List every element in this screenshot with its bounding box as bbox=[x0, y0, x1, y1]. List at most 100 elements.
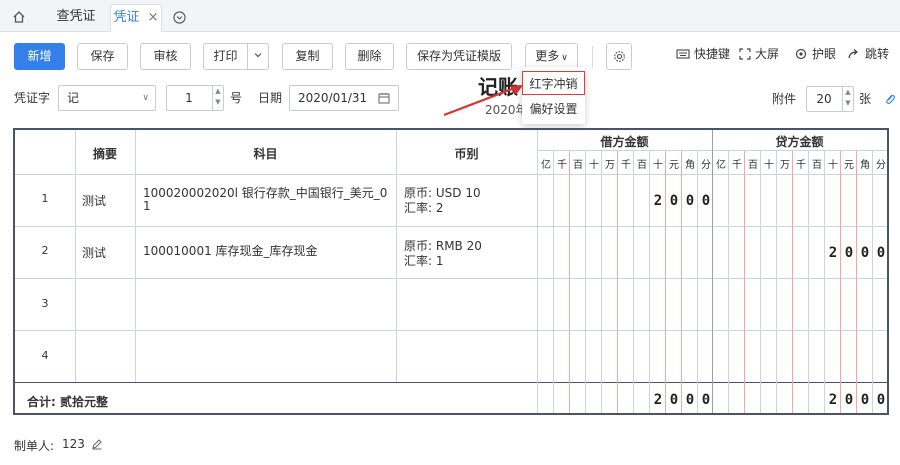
row-number: 3 bbox=[41, 297, 49, 310]
credit-amount-digit[interactable]: 0 bbox=[859, 245, 871, 261]
chevron-down-icon bbox=[254, 53, 262, 58]
print-button[interactable]: 打印 bbox=[203, 43, 248, 70]
amount-unit-label: 分 bbox=[701, 160, 711, 171]
jump-button[interactable]: 跳转 bbox=[848, 45, 889, 63]
shortcuts-button[interactable]: 快捷键 bbox=[676, 45, 730, 63]
shortcuts-label: 快捷键 bbox=[694, 47, 731, 61]
digit-column-divider bbox=[744, 151, 745, 413]
debit-amount-digit[interactable]: 2 bbox=[652, 193, 664, 209]
digit-column-divider bbox=[665, 151, 666, 413]
voucher-entry-table: 摘要 科目 币别 借方金额 贷方金额 1 测试 100020002020l 银行… bbox=[13, 128, 889, 415]
delete-button[interactable]: 删除 bbox=[345, 43, 394, 70]
more-button[interactable]: 更多 ∨ bbox=[525, 43, 578, 70]
audit-button[interactable]: 审核 bbox=[140, 43, 191, 70]
stepper-arrows-icon[interactable]: ▲ ▼ bbox=[212, 86, 223, 110]
total-debit-digit: 2 bbox=[653, 392, 663, 408]
maker-value: 123 bbox=[62, 437, 85, 451]
row-number: 2 bbox=[41, 244, 49, 257]
header-credit: 贷方金额 bbox=[775, 135, 824, 149]
tab-label: 查凭证 bbox=[56, 9, 96, 24]
edit-icon[interactable] bbox=[91, 438, 103, 450]
voucher-word-label: 凭证字 bbox=[14, 91, 51, 105]
total-credit-digit: 0 bbox=[876, 392, 886, 408]
row-divider bbox=[15, 278, 887, 279]
amount-unit-label: 亿 bbox=[541, 160, 551, 171]
annotation-arrow bbox=[443, 84, 523, 117]
menu-item-red-reversal[interactable]: 红字冲销 bbox=[522, 71, 585, 95]
voucher-number-suffix: 号 bbox=[230, 91, 243, 105]
stepper-arrows-icon[interactable]: ▲ ▼ bbox=[842, 87, 853, 111]
tab-home[interactable] bbox=[4, 4, 34, 32]
amount-unit-label: 角 bbox=[685, 160, 695, 171]
save-template-button[interactable]: 保存为凭证模版 bbox=[406, 43, 512, 70]
settings-button[interactable] bbox=[606, 43, 632, 70]
amount-unit-label: 十 bbox=[764, 160, 774, 171]
total-debit-digit: 0 bbox=[685, 392, 695, 408]
date-field[interactable]: 2020/01/31 bbox=[289, 85, 399, 111]
close-icon[interactable]: × bbox=[148, 10, 159, 25]
column-divider bbox=[135, 130, 136, 382]
credit-amount-digit[interactable]: 0 bbox=[843, 245, 855, 261]
digit-column-divider bbox=[601, 151, 602, 413]
tab-voucher[interactable]: 凭证 × bbox=[110, 4, 162, 32]
tab-bar: 查凭证 凭证 × bbox=[0, 0, 900, 32]
row-number: 4 bbox=[41, 349, 49, 362]
credit-amount-digit[interactable]: 2 bbox=[827, 245, 839, 261]
menu-item-preferences[interactable]: 偏好设置 bbox=[522, 97, 585, 121]
row-summary[interactable]: 测试 bbox=[82, 244, 106, 261]
voucher-number-stepper[interactable]: 1 ▲ ▼ bbox=[166, 85, 224, 111]
row-number: 1 bbox=[41, 192, 49, 205]
paperclip-icon[interactable] bbox=[884, 92, 896, 106]
column-divider bbox=[396, 130, 397, 382]
fullscreen-label: 大屏 bbox=[755, 47, 780, 61]
column-divider bbox=[712, 130, 713, 413]
total-debit-digit: 0 bbox=[669, 392, 679, 408]
debit-amount-digit[interactable]: 0 bbox=[684, 193, 696, 209]
attachment-count-stepper[interactable]: 20 ▲ ▼ bbox=[806, 86, 854, 112]
digit-column-divider bbox=[553, 151, 554, 413]
amount-unit-label: 千 bbox=[796, 160, 806, 171]
attachment-label: 附件 bbox=[772, 92, 797, 106]
row-divider bbox=[15, 330, 887, 331]
digit-column-divider bbox=[649, 151, 650, 413]
row-account[interactable]: 100020002020l 银行存款_中国银行_美元_0 bbox=[143, 184, 393, 201]
print-dropdown-button[interactable] bbox=[247, 43, 269, 70]
digit-column-divider bbox=[872, 151, 873, 413]
credit-amount-digit[interactable]: 0 bbox=[875, 245, 887, 261]
eye-care-label: 护眼 bbox=[812, 47, 837, 61]
row-account-continued: 1 bbox=[143, 199, 151, 213]
total-amount-words: 合计: 贰拾元整 bbox=[27, 395, 108, 409]
voucher-word-select[interactable]: 记 ∨ bbox=[58, 85, 156, 111]
attachment-suffix: 张 bbox=[859, 92, 872, 106]
amount-unit-label: 千 bbox=[557, 160, 567, 171]
keyboard-icon bbox=[676, 49, 690, 59]
amount-unit-label: 角 bbox=[860, 160, 870, 171]
row-account[interactable]: 100010001 库存现金_库存现金 bbox=[143, 242, 393, 259]
digit-column-divider bbox=[617, 151, 618, 413]
fullscreen-icon bbox=[739, 48, 751, 60]
digit-column-divider bbox=[776, 151, 777, 413]
jump-label: 跳转 bbox=[865, 47, 890, 61]
tab-menu-button[interactable] bbox=[168, 4, 190, 32]
chevron-down-icon: ∨ bbox=[142, 93, 149, 103]
amount-unit-label: 十 bbox=[589, 160, 599, 171]
header-summary: 摘要 bbox=[92, 147, 117, 161]
new-button[interactable]: 新增 bbox=[14, 43, 65, 70]
digit-column-divider bbox=[569, 151, 570, 413]
eye-care-button[interactable]: 护眼 bbox=[794, 45, 836, 63]
amount-unit-label: 千 bbox=[621, 160, 631, 171]
date-label: 日期 bbox=[258, 91, 283, 105]
row-summary[interactable]: 测试 bbox=[82, 192, 106, 209]
header-currency: 币别 bbox=[454, 147, 479, 161]
amount-unit-label: 万 bbox=[605, 160, 615, 171]
copy-button[interactable]: 复制 bbox=[282, 43, 333, 70]
tab-query-voucher[interactable]: 查凭证 bbox=[42, 4, 110, 32]
fullscreen-button[interactable]: 大屏 bbox=[739, 45, 779, 63]
debit-amount-digit[interactable]: 0 bbox=[668, 193, 680, 209]
debit-amount-digit[interactable]: 0 bbox=[700, 193, 712, 209]
digit-column-divider bbox=[856, 151, 857, 413]
save-button[interactable]: 保存 bbox=[77, 43, 128, 70]
amount-unit-label: 十 bbox=[653, 160, 663, 171]
tab-label: 凭证 bbox=[113, 10, 140, 25]
row-exchange-rate: 汇率: 2 bbox=[404, 201, 444, 215]
